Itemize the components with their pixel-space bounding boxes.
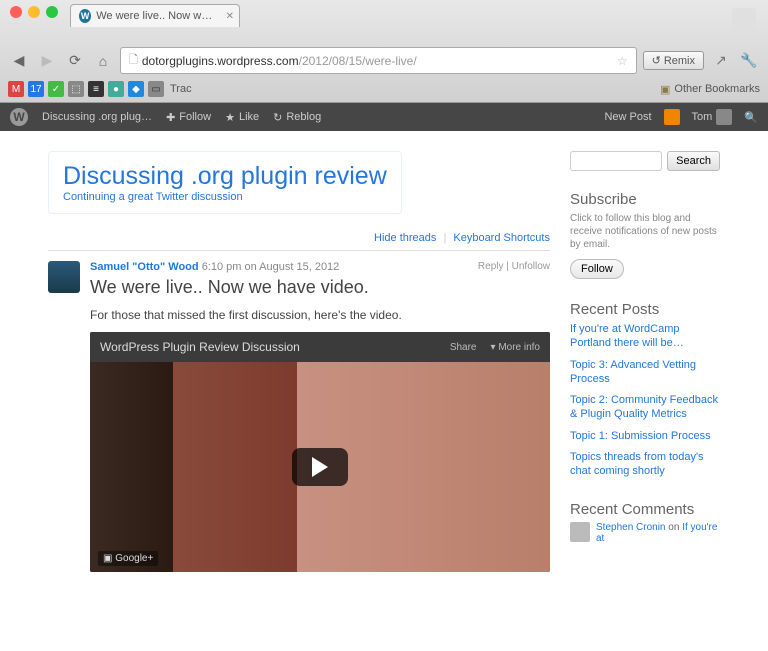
separator: | [443,232,446,244]
author-link[interactable]: Samuel "Otto" Wood [90,261,199,273]
forward-button[interactable]: ▶ [36,50,58,72]
main-column: Discussing .org plugin review Continuing… [48,151,550,572]
url-bar[interactable]: 🗋 dotorgplugins.wordpress.com/2012/08/15… [120,47,637,74]
recent-posts-widget: Recent Posts If you're at WordCamp Portl… [570,301,720,479]
video-share-link[interactable]: Share [450,342,477,353]
recent-post-link[interactable]: Topic 2: Community Feedback & Plugin Qua… [570,393,720,422]
reblog-icon: ↻ [273,111,282,124]
commenter-link[interactable]: Stephen Cronin [596,522,666,533]
wordpress-favicon: W [79,9,91,23]
page-icon: 🗋 [129,51,138,70]
folder-icon: ▣ [660,83,670,96]
author-avatar[interactable] [48,261,80,293]
adminbar-follow[interactable]: ✚Follow [166,111,211,124]
bookmark-folder[interactable]: ▭ [148,81,164,97]
bookmark-item[interactable]: 17 [28,81,44,97]
reply-link[interactable]: Reply [478,261,504,272]
keyboard-shortcuts-link[interactable]: Keyboard Shortcuts [453,232,550,244]
site-header: Discussing .org plugin review Continuing… [48,151,402,214]
subscribe-widget: Subscribe Click to follow this blog and … [570,191,720,279]
adminbar-search-icon[interactable]: 🔍 [744,111,758,124]
site-tagline: Continuing a great Twitter discussion [63,191,387,203]
search-input[interactable] [570,151,662,171]
tab-title: We were live.. Now we have [96,10,217,22]
back-button[interactable]: ◀ [8,50,30,72]
wordpress-logo-icon[interactable]: W [10,108,28,126]
bookmarks-bar: M 17 ✓ ⬚ ≡ ● ◆ ▭ Trac ▣ Other Bookmarks [0,78,768,102]
nav-toolbar: ◀ ▶ ⟳ ⌂ 🗋 dotorgplugins.wordpress.com/20… [0,43,768,78]
post-timestamp: 6:10 pm on August 15, 2012 [202,261,340,273]
recent-posts-heading: Recent Posts [570,301,720,318]
url-text: dotorgplugins.wordpress.com/2012/08/15/w… [142,54,613,68]
bookmark-star-icon[interactable]: ☆ [617,54,628,68]
video-embed: WordPress Plugin Review Discussion Share… [90,332,550,572]
reload-button[interactable]: ⟳ [64,50,86,72]
browser-chrome: W We were live.. Now we have ✕ ◀ ▶ ⟳ ⌂ 🗋… [0,0,768,103]
adminbar-reblog[interactable]: ↻Reblog [273,111,321,124]
video-title: WordPress Plugin Review Discussion [100,340,300,354]
other-bookmarks-label: Other Bookmarks [674,83,760,95]
post-byline: Reply | Unfollow Samuel "Otto" Wood 6:10… [90,261,550,273]
home-button[interactable]: ⌂ [92,50,114,72]
chevron-down-icon: ▾ [491,342,496,353]
bookmark-item[interactable]: ✓ [48,81,64,97]
recent-post-link[interactable]: Topics threads from today's chat coming … [570,450,720,479]
remix-label: Remix [664,55,695,67]
plus-icon: ✚ [166,111,175,124]
commenter-avatar[interactable] [570,522,590,542]
recent-post-link[interactable]: Topic 3: Advanced Vetting Process [570,358,720,387]
post-title: We were live.. Now we have video. [90,277,550,298]
post-body-text: For those that missed the first discussi… [90,308,550,322]
user-avatar-icon [716,109,732,125]
page-body: Discussing .org plugin review Continuing… [0,131,768,651]
tab-strip: W We were live.. Now we have ✕ [0,4,768,27]
play-button-icon[interactable] [292,448,348,486]
recent-comments-widget: Recent Comments Stephen Cronin on If you… [570,501,720,544]
comment-on-text: on [666,522,683,533]
bookmark-item[interactable]: ⬚ [68,81,84,97]
bookmark-item[interactable]: ● [108,81,124,97]
subscribe-description: Click to follow this blog and receive no… [570,212,720,251]
post-actions-row: Hide threads | Keyboard Shortcuts [48,232,550,251]
browser-tab[interactable]: W We were live.. Now we have ✕ [70,4,240,27]
search-widget: Search [570,151,720,171]
wp-admin-bar: W Discussing .org plug… ✚Follow ★Like ↻R… [0,103,768,131]
notifications-icon[interactable] [664,109,680,125]
recent-post-link[interactable]: Topic 1: Submission Process [570,429,720,443]
hide-threads-link[interactable]: Hide threads [374,232,436,244]
url-host: dotorgplugins.wordpress.com [142,54,299,68]
wrench-icon[interactable]: 🔧 [738,50,760,72]
video-more-info[interactable]: ▾ More info [491,342,541,353]
adminbar-new-post[interactable]: New Post [604,111,651,123]
google-plus-badge: ▣ Google+ [98,551,158,566]
recent-post-link[interactable]: If you're at WordCamp Portland there wil… [570,322,720,351]
video-header: WordPress Plugin Review Discussion Share… [90,332,550,362]
follow-button[interactable]: Follow [570,259,624,279]
remix-button[interactable]: ↺Remix [643,51,704,70]
search-button[interactable]: Search [667,151,720,171]
bookmark-buffer[interactable]: ≡ [88,81,104,97]
bookmark-dropbox[interactable]: ◆ [128,81,144,97]
adminbar-site-name[interactable]: Discussing .org plug… [42,111,152,123]
remix-icon: ↺ [652,54,661,67]
bookmark-trac[interactable]: Trac [170,83,192,95]
unfollow-link[interactable]: Unfollow [512,261,550,272]
sidebar: Search Subscribe Click to follow this bl… [570,151,720,572]
subscribe-heading: Subscribe [570,191,720,208]
post: Reply | Unfollow Samuel "Otto" Wood 6:10… [48,261,550,572]
share-icon[interactable]: ↗ [710,50,732,72]
video-frame[interactable]: ▣ Google+ [90,362,550,572]
adminbar-user[interactable]: Tom [692,109,733,125]
url-path: /2012/08/15/were-live/ [299,54,417,68]
other-bookmarks[interactable]: ▣ Other Bookmarks [660,83,760,96]
adminbar-like[interactable]: ★Like [225,111,259,124]
bookmark-gmail[interactable]: M [8,81,24,97]
recent-comment-item: Stephen Cronin on If you're at [570,522,720,544]
tab-close-icon[interactable]: ✕ [226,11,234,22]
recent-posts-list: If you're at WordCamp Portland there wil… [570,322,720,479]
site-title[interactable]: Discussing .org plugin review [63,162,387,191]
star-icon: ★ [225,111,235,124]
recent-comments-heading: Recent Comments [570,501,720,518]
